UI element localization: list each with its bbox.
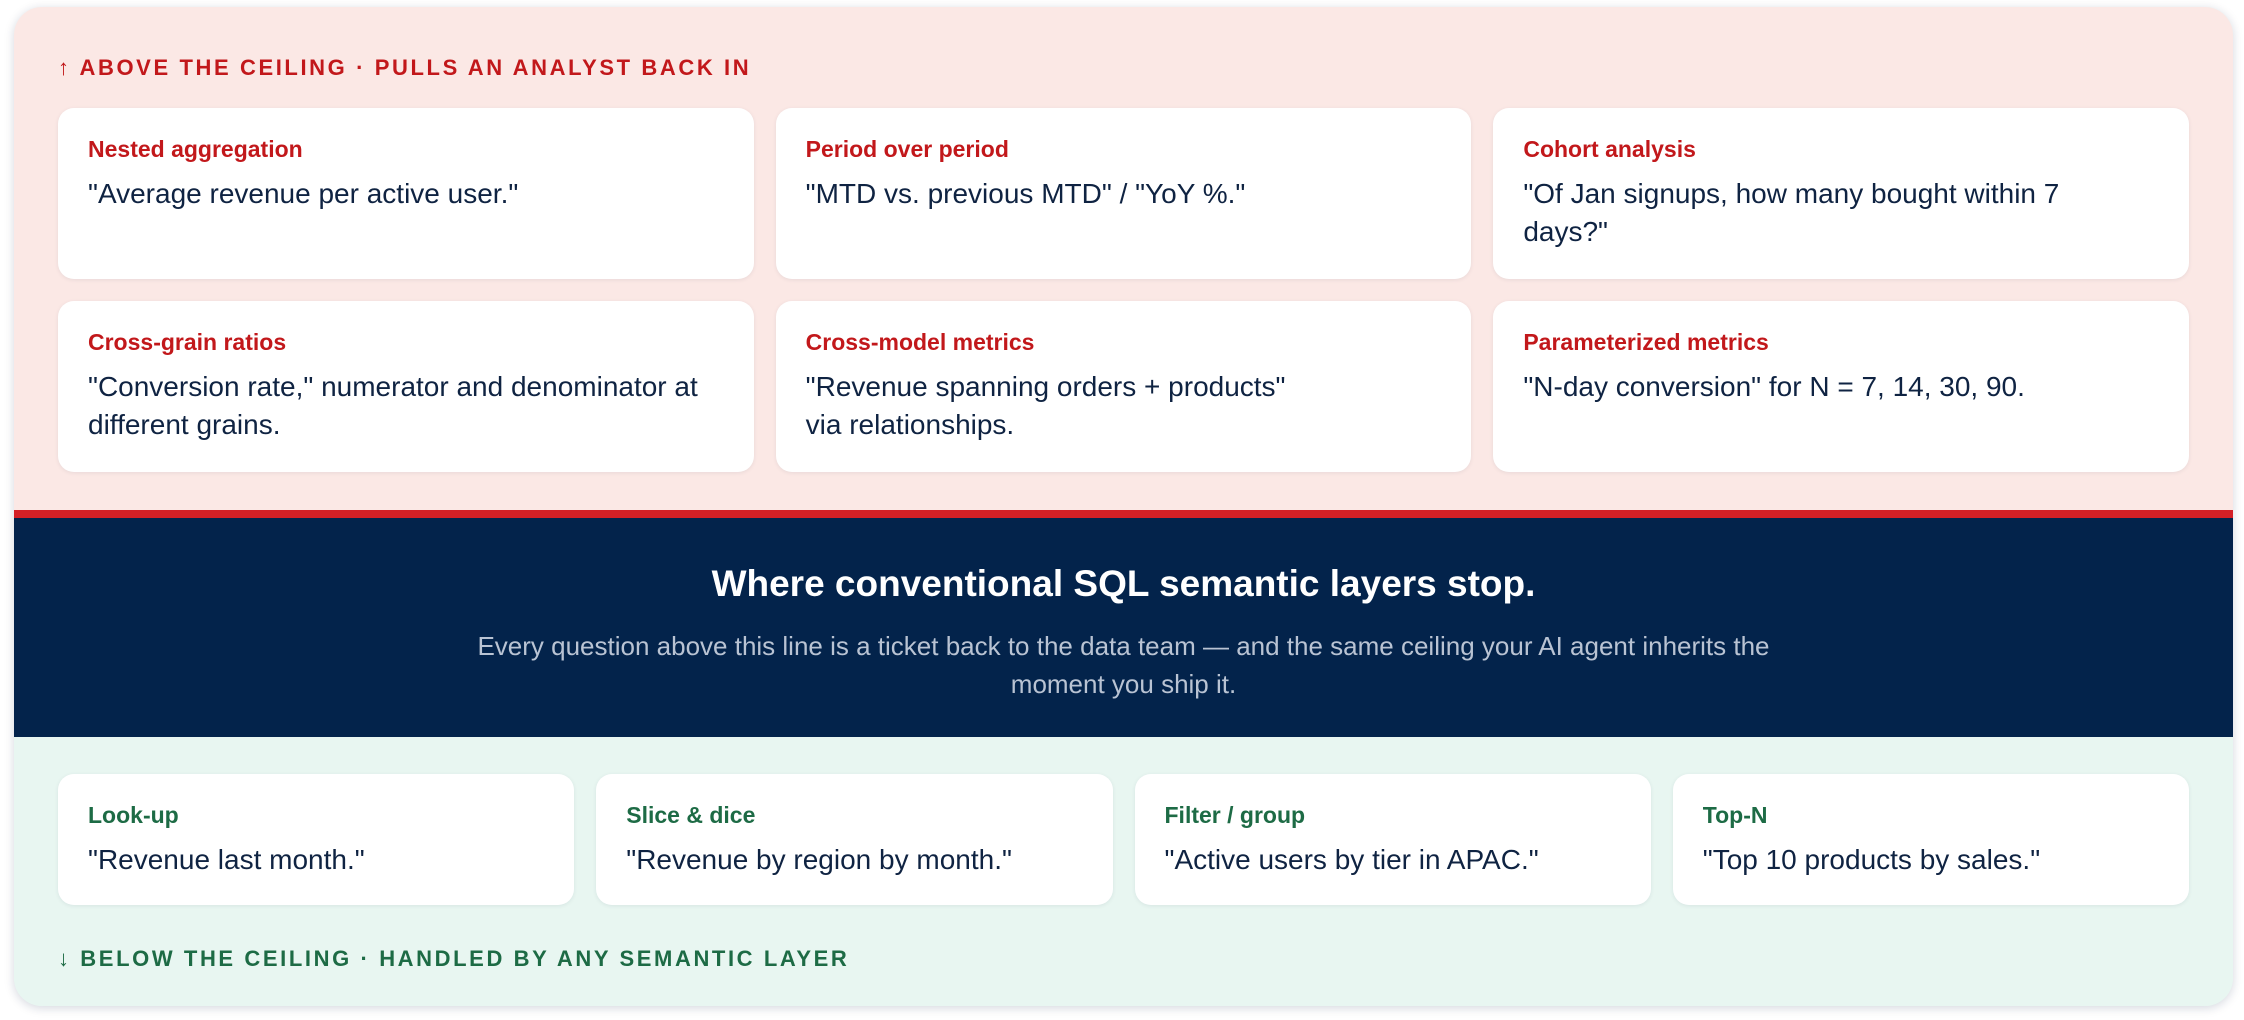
below-ceiling-grid: Look-up "Revenue last month." Slice & di… xyxy=(58,774,2189,905)
ceiling-diagram: ↑ ABOVE THE CEILING · PULLS AN ANALYST B… xyxy=(14,7,2233,1006)
card-title: Slice & dice xyxy=(626,802,756,828)
card-text: "Of Jan signups, how many bought within … xyxy=(1523,178,2060,247)
card-cohort-analysis: Cohort analysis "Of Jan signups, how man… xyxy=(1493,108,2189,279)
card-cross-grain-ratios: Cross-grain ratios "Conversion rate," nu… xyxy=(58,301,754,472)
card-title: Period over period xyxy=(805,136,1009,162)
card-text: "Average revenue per active user." xyxy=(88,178,519,209)
card-cross-model-metrics: Cross-model metrics "Revenue spanning or… xyxy=(775,301,1472,472)
card-title: Look-up xyxy=(88,802,179,828)
card-text: "Revenue spanning orders + products" via… xyxy=(805,371,1286,440)
card-text: "N-day conversion" for N = 7, 14, 30, 90… xyxy=(1523,371,2025,402)
card-text: "Top 10 products by sales." xyxy=(1702,844,2041,875)
above-ceiling-label: ↑ ABOVE THE CEILING · PULLS AN ANALYST B… xyxy=(58,55,752,80)
card-text: "Revenue last month." xyxy=(88,844,365,875)
card-look-up: Look-up "Revenue last month." xyxy=(58,774,575,905)
above-ceiling-section: ↑ ABOVE THE CEILING · PULLS AN ANALYST B… xyxy=(14,7,2233,510)
card-title: Filter / group xyxy=(1164,802,1306,828)
below-ceiling-section: Look-up "Revenue last month." Slice & di… xyxy=(14,737,2233,1006)
card-slice-and-dice: Slice & dice "Revenue by region by month… xyxy=(596,774,1113,905)
below-ceiling-label: ↓ BELOW THE CEILING · HANDLED BY ANY SEM… xyxy=(58,946,850,971)
card-title: Cohort analysis xyxy=(1523,136,1696,162)
card-filter-group: Filter / group "Active users by tier in … xyxy=(1134,774,1651,905)
card-title: Top-N xyxy=(1702,802,1768,828)
card-title: Cross-model metrics xyxy=(805,329,1035,355)
card-nested-aggregation: Nested aggregation "Average revenue per … xyxy=(58,108,754,279)
card-title: Nested aggregation xyxy=(88,136,303,162)
card-top-n: Top-N "Top 10 products by sales." xyxy=(1672,774,2189,905)
ceiling-banner: Where conventional SQL semantic layers s… xyxy=(14,518,2233,737)
ceiling-subtitle: Every question above this line is a tick… xyxy=(477,631,1770,699)
ceiling-line xyxy=(14,510,2233,518)
card-title: Cross-grain ratios xyxy=(88,329,287,355)
card-period-over-period: Period over period "MTD vs. previous MTD… xyxy=(775,108,1472,279)
ceiling-title: Where conventional SQL semantic layers s… xyxy=(711,563,1536,604)
card-text: "Conversion rate," numerator and denomin… xyxy=(88,371,698,440)
card-text: "Active users by tier in APAC." xyxy=(1164,844,1539,875)
card-title: Parameterized metrics xyxy=(1523,329,1769,355)
card-text: "Revenue by region by month." xyxy=(626,844,1012,875)
card-text: "MTD vs. previous MTD" / "YoY %." xyxy=(805,178,1246,209)
card-parameterized-metrics: Parameterized metrics "N-day conversion"… xyxy=(1493,301,2189,472)
above-ceiling-grid: Nested aggregation "Average revenue per … xyxy=(58,108,2189,472)
